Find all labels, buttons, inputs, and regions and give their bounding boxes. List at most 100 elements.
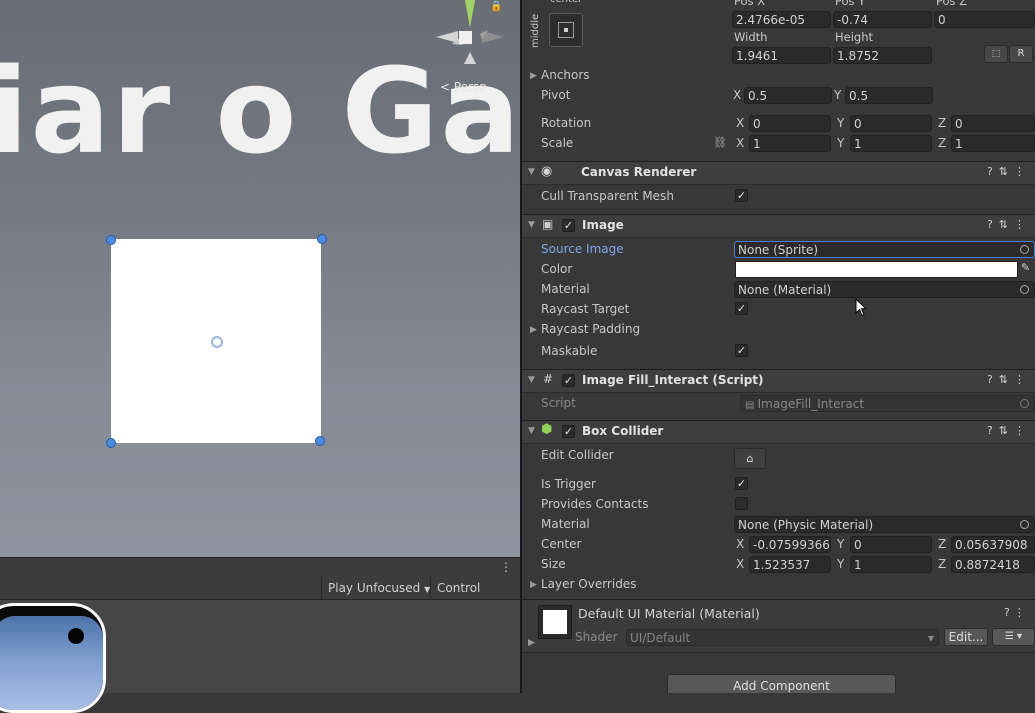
box-collider-cube-icon: ⬢ xyxy=(541,422,553,437)
pivot-y-field[interactable]: 0.5 xyxy=(845,87,933,104)
add-component-button[interactable]: Add Component xyxy=(667,674,896,693)
component-header-icons[interactable]: ?⇅⋮ xyxy=(987,424,1031,437)
orientation-gizmo-icon[interactable]: y xyxy=(430,0,510,80)
raycast-target-checkbox[interactable]: ✓ xyxy=(735,302,748,315)
maskable-checkbox[interactable]: ✓ xyxy=(735,344,748,357)
image-foldout-icon[interactable]: ▼ xyxy=(528,220,535,230)
scale-y-axis: Y xyxy=(837,136,845,150)
image-header[interactable]: ▼ ▣ ✓ Image ?⇅⋮ xyxy=(522,214,1035,238)
scale-y-field[interactable]: 1 xyxy=(850,135,932,152)
component-header-icons[interactable]: ?⇅⋮ xyxy=(987,373,1031,386)
height-label: Height xyxy=(835,30,874,44)
pos-z-field[interactable]: 0 xyxy=(934,11,1035,28)
material-preview-title: Default UI Material (Material) xyxy=(578,606,760,621)
image-title: Image xyxy=(582,218,624,232)
rotation-x-field[interactable]: 0 xyxy=(749,115,831,132)
center-x-axis: X xyxy=(736,537,745,551)
material-foldout-icon[interactable]: ▶ xyxy=(528,638,535,648)
size-x-field[interactable]: 1.523537 xyxy=(749,556,831,573)
anchors-foldout-icon[interactable]: ▶ xyxy=(530,71,537,81)
raw-edit-button[interactable]: R xyxy=(1009,45,1033,63)
center-y-field[interactable]: 0 xyxy=(850,536,932,553)
perspective-label[interactable]: < Persp xyxy=(440,80,487,94)
rect-handle-top-right[interactable] xyxy=(317,234,327,244)
height-field[interactable]: 1.8752 xyxy=(833,47,932,64)
raycast-padding-label[interactable]: Raycast Padding xyxy=(541,322,640,336)
layer-overrides-foldout-icon[interactable]: ▶ xyxy=(530,580,537,590)
size-y-field[interactable]: 1 xyxy=(850,556,932,573)
kebab-menu-icon[interactable]: ⋮ xyxy=(500,560,512,574)
cull-transparent-mesh-checkbox[interactable]: ✓ xyxy=(735,189,748,202)
anchor-preset-top-label: center xyxy=(550,0,582,5)
width-label: Width xyxy=(734,30,768,44)
script-component-header[interactable]: ▼ # ✓ Image Fill_Interact (Script) ?⇅⋮ xyxy=(522,369,1035,393)
list-menu-icon[interactable]: ☰ ▾ xyxy=(992,628,1035,646)
center-z-field[interactable]: 0.05637908 xyxy=(951,536,1035,553)
phone-preview-frame xyxy=(0,603,106,713)
physic-material-field[interactable]: None (Physic Material) xyxy=(734,516,1035,533)
box-collider-title: Box Collider xyxy=(582,424,664,438)
component-header-icons[interactable]: ?⇅⋮ xyxy=(987,218,1031,231)
scale-x-field[interactable]: 1 xyxy=(749,135,831,152)
rect-handle-bottom-right[interactable] xyxy=(315,436,325,446)
image-enabled-checkbox[interactable]: ✓ xyxy=(562,219,575,232)
constrain-proportions-icon[interactable]: ⛓ xyxy=(713,136,727,149)
source-image-label: Source Image xyxy=(541,242,624,256)
is-trigger-checkbox[interactable]: ✓ xyxy=(735,477,748,490)
material-field[interactable]: None (Material) xyxy=(734,281,1035,298)
rotation-z-field[interactable]: 0 xyxy=(951,115,1035,132)
color-label: Color xyxy=(541,262,573,276)
object-picker-icon[interactable] xyxy=(1020,520,1029,529)
box-collider-header[interactable]: ▼ ⬢ ✓ Box Collider ?⇅⋮ xyxy=(522,420,1035,444)
scale-label: Scale xyxy=(541,136,574,150)
object-picker-icon[interactable] xyxy=(1020,245,1029,254)
edit-collider-button[interactable]: ⌂ xyxy=(734,448,766,469)
pivot-handle[interactable] xyxy=(211,336,223,348)
material-help-icon[interactable]: ?⋮ xyxy=(1004,606,1029,619)
box-collider-enabled-checkbox[interactable]: ✓ xyxy=(562,425,575,438)
anchors-label[interactable]: Anchors xyxy=(541,68,590,82)
game-toolbar: Play Unfocused ▼ Control Panel xyxy=(0,577,520,617)
physic-material-label: Material xyxy=(541,517,590,531)
rect-handle-bottom-left[interactable] xyxy=(106,438,116,448)
pivot-label: Pivot xyxy=(541,88,571,102)
inspector-panel: center middle Pos X Pos Y Pos Z 2.4766e-… xyxy=(522,0,1035,693)
script-enabled-checkbox[interactable]: ✓ xyxy=(562,374,575,387)
script-field: ▤ ImageFill_Interact xyxy=(740,395,1035,412)
layer-overrides-label[interactable]: Layer Overrides xyxy=(541,577,636,591)
size-z-field[interactable]: 0.8872418 xyxy=(951,556,1035,573)
scale-z-field[interactable]: 1 xyxy=(951,135,1035,152)
rotation-label: Rotation xyxy=(541,116,592,130)
component-header-icons[interactable]: ?⇅⋮ xyxy=(987,165,1031,178)
rect-handle-top-left[interactable] xyxy=(106,235,116,245)
blueprint-mode-icon[interactable]: ⬚ xyxy=(984,45,1008,63)
object-picker-icon xyxy=(1020,399,1029,408)
edit-shader-button[interactable]: Edit... xyxy=(944,628,988,646)
pos-y-field[interactable]: -0.74 xyxy=(833,11,932,28)
raycast-padding-foldout-icon[interactable]: ▶ xyxy=(530,325,537,335)
phone-camera-dot xyxy=(68,628,84,644)
object-picker-icon[interactable] xyxy=(1020,285,1029,294)
provides-contacts-checkbox[interactable] xyxy=(735,497,748,510)
svg-text:y: y xyxy=(466,0,472,1)
canvas-renderer-foldout-icon[interactable]: ▼ xyxy=(528,167,535,177)
script-foldout-icon[interactable]: ▼ xyxy=(528,375,535,385)
center-x-field[interactable]: -0.07599366 xyxy=(749,536,831,553)
anchor-preset-button[interactable] xyxy=(549,13,583,47)
raycast-target-label: Raycast Target xyxy=(541,302,630,316)
scene-view[interactable]: iar o Gar y 🔒 < Persp xyxy=(0,0,520,557)
color-swatch[interactable] xyxy=(735,261,1018,278)
box-collider-foldout-icon[interactable]: ▼ xyxy=(528,426,535,436)
pivot-x-field[interactable]: 0.5 xyxy=(744,87,832,104)
width-field[interactable]: 1.9461 xyxy=(732,47,831,64)
play-mode-dropdown[interactable]: Play Unfocused ▼ xyxy=(321,577,436,599)
eyedropper-icon[interactable]: ✎ xyxy=(1021,261,1030,274)
source-image-field[interactable]: None (Sprite) xyxy=(734,241,1035,258)
rotation-y-field[interactable]: 0 xyxy=(850,115,932,132)
eye-icon: ◉ xyxy=(541,164,553,179)
lock-icon[interactable]: 🔒 xyxy=(490,1,502,12)
control-panel-button[interactable]: Control Panel xyxy=(430,577,520,617)
pos-x-field[interactable]: 2.4766e-05 xyxy=(732,11,831,28)
canvas-renderer-header[interactable]: ▼ ◉ Canvas Renderer ?⇅⋮ xyxy=(522,161,1035,185)
maskable-label: Maskable xyxy=(541,344,598,358)
